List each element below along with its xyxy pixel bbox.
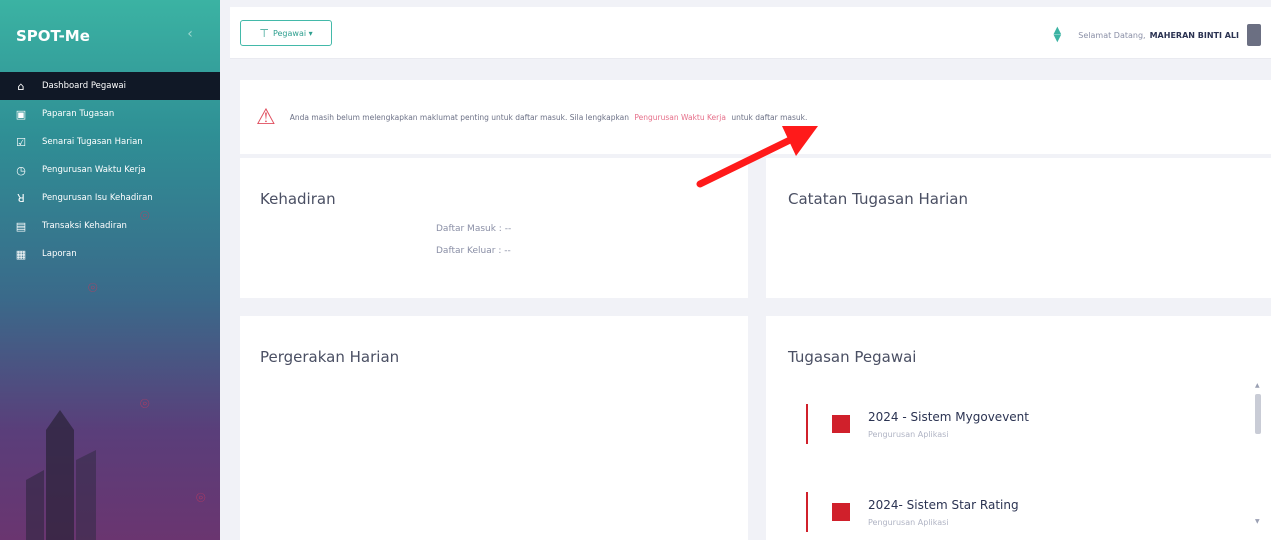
user-name[interactable]: MAHERAN BINTI ALI xyxy=(1150,31,1239,40)
sidebar-item-pengurusan-isu-kehadiran[interactable]: ꓤ Pengurusan Isu Kehadiran xyxy=(0,184,220,212)
role-button-label: Pegawai ▾ xyxy=(272,28,313,38)
catatan-tugasan-card: Catatan Tugasan Harian xyxy=(766,158,1271,298)
map-pin-icon: ⌾ xyxy=(88,278,98,297)
sidebar-item-laporan[interactable]: ▦ Laporan xyxy=(0,240,220,268)
kehadiran-title: Kehadiran xyxy=(260,190,336,208)
task-category: Pengurusan Aplikasi xyxy=(868,429,949,439)
scroll-down-icon[interactable]: ▼ xyxy=(1255,518,1260,525)
briefcase-icon: ▣ xyxy=(15,107,27,121)
alert-text-before: Anda masih belum melengkapkan maklumat p… xyxy=(289,112,630,122)
map-pin-icon: ⌾ xyxy=(140,206,150,225)
daftar-masuk-label: Daftar Masuk : -- xyxy=(436,224,512,234)
task-list-scrollbar[interactable]: ▲ ▼ xyxy=(1253,382,1263,532)
home-icon: ⌂ xyxy=(17,79,25,93)
sidebar-item-senarai-tugasan-harian[interactable]: ☑ Senarai Tugasan Harian xyxy=(0,128,220,156)
sidebar-item-label: Pengurusan Isu Kehadiran xyxy=(42,193,153,203)
user-icon: ꓤ xyxy=(17,191,25,205)
task-item[interactable]: 2024 - Sistem Mygovevent Pengurusan Apli… xyxy=(806,398,1029,450)
report-icon: ▦ xyxy=(15,247,27,261)
clock-icon: ◷ xyxy=(16,163,26,177)
task-category: Pengurusan Aplikasi xyxy=(868,517,949,527)
sidebar-item-transaksi-kehadiran[interactable]: ▤ Transaksi Kehadiran xyxy=(0,212,220,240)
map-pin-icon: ⌾ xyxy=(196,488,206,507)
sidebar-item-label: Pengurusan Waktu Kerja xyxy=(42,165,146,175)
user-area: ▲ ▼ Selamat Datang, MAHERAN BINTI ALI xyxy=(1052,24,1261,46)
task-status-square xyxy=(832,503,850,521)
map-pin-icon: ⌾ xyxy=(140,394,150,413)
task-name: 2024- Sistem Star Rating xyxy=(868,497,1019,512)
sort-arrows-icon[interactable]: ▲ ▼ xyxy=(1052,26,1062,44)
greeting-text: Selamat Datang, xyxy=(1078,30,1146,40)
tugasan-title: Tugasan Pegawai xyxy=(788,348,917,366)
task-marker xyxy=(806,404,808,444)
sidebar-item-label: Dashboard Pegawai xyxy=(42,81,126,91)
task-text: 2024- Sistem Star Rating Pengurusan Apli… xyxy=(868,498,1019,527)
top-bar: ⊤ Pegawai ▾ ▲ ▼ Selamat Datang, MAHERAN B… xyxy=(230,7,1271,59)
scroll-up-icon[interactable]: ▲ xyxy=(1255,382,1260,389)
task-text: 2024 - Sistem Mygovevent Pengurusan Apli… xyxy=(868,410,1029,439)
sidebar-item-dashboard-pegawai[interactable]: ⌂ Dashboard Pegawai xyxy=(0,72,220,100)
kehadiran-card: Kehadiran Daftar Masuk : -- Daftar Kelua… xyxy=(240,158,748,298)
scrollbar-thumb[interactable] xyxy=(1255,394,1261,434)
warning-icon: ⚠ xyxy=(256,104,276,130)
sidebar-brand: SPOT-Me ‹ xyxy=(0,0,220,72)
checklist-icon: ☑ xyxy=(16,135,26,149)
daftar-keluar-label: Daftar Keluar : -- xyxy=(436,246,511,256)
app-logo[interactable]: SPOT-Me xyxy=(16,27,90,45)
sidebar-item-label: Transaksi Kehadiran xyxy=(42,221,127,231)
avatar[interactable] xyxy=(1247,24,1261,46)
sidebar-item-label: Laporan xyxy=(42,249,77,259)
pergerakan-title: Pergerakan Harian xyxy=(260,348,400,366)
red-arrow-annotation xyxy=(696,126,818,188)
main-content: ⊤ Pegawai ▾ ▲ ▼ Selamat Datang, MAHERAN B… xyxy=(230,0,1271,540)
sidebar-item-label: Senarai Tugasan Harian xyxy=(42,137,143,147)
sidebar-item-label: Paparan Tugasan xyxy=(42,109,115,119)
task-name: 2024 - Sistem Mygovevent xyxy=(868,409,1029,424)
sidebar: SPOT-Me ‹ ⌂ Dashboard Pegawai ▣ Paparan … xyxy=(0,0,220,540)
pergerakan-harian-card: Pergerakan Harian xyxy=(240,316,748,540)
chevron-left-icon[interactable]: ‹ xyxy=(182,26,198,42)
task-status-square xyxy=(832,415,850,433)
card-icon: ▤ xyxy=(15,219,27,233)
sidebar-item-pengurusan-waktu-kerja[interactable]: ◷ Pengurusan Waktu Kerja xyxy=(0,156,220,184)
task-marker xyxy=(806,492,808,532)
sidebar-item-paparan-tugasan[interactable]: ▣ Paparan Tugasan xyxy=(0,100,220,128)
tugasan-pegawai-card: Tugasan Pegawai 2024 - Sistem Mygovevent… xyxy=(766,316,1271,540)
task-item[interactable]: 2024- Sistem Star Rating Pengurusan Apli… xyxy=(806,486,1019,538)
pin-icon: ⊤ xyxy=(259,26,269,40)
city-skyline-illustration xyxy=(26,410,96,540)
role-dropdown-button[interactable]: ⊤ Pegawai ▾ xyxy=(240,20,332,46)
